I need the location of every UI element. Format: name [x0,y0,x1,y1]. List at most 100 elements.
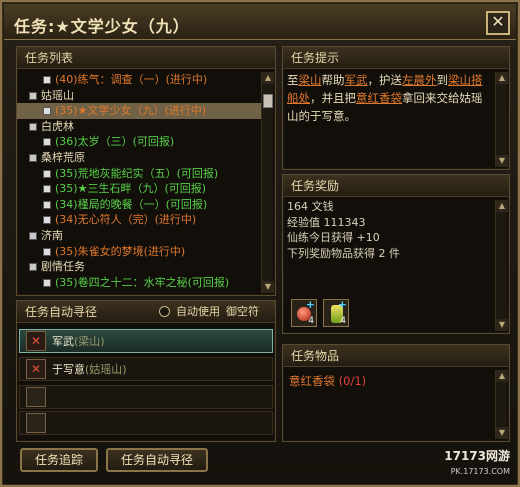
quest-list-item[interactable]: (35)★文学少女（九）(进行中) [17,103,261,119]
close-button[interactable]: ✕ [486,11,510,35]
scroll-down-icon[interactable]: ▼ [496,427,508,439]
rewards-scrollbar[interactable]: ▲ ▼ [495,200,508,331]
quest-list-label: (34)无心符人（完）(进行中) [55,213,197,227]
link-npc[interactable]: 左晨外 [402,73,437,87]
npc-location: (梁山) [74,335,105,348]
collapse-icon[interactable] [29,122,37,131]
watermark-brand: 17173网游 [444,449,510,463]
quest-list-item[interactable]: (34)无心符人（完）(进行中) [17,212,261,228]
quest-list-item[interactable]: (35)荒地灰能纪实（五）(可回报) [17,166,261,182]
quest-bullet-icon [43,169,51,178]
quest-bullet-icon [43,138,51,147]
quest-bullet-icon [43,76,51,84]
collapse-icon[interactable] [29,91,37,100]
scroll-down-icon[interactable]: ▼ [496,319,508,331]
quest-bullet-icon [43,247,51,256]
auto-use-item: 御空符 [226,304,259,318]
quest-list-label: (40)练气：调查（一）(进行中) [55,73,208,86]
empty-slot-icon: · [26,413,46,433]
quest-list-label: 姑瑶山 [41,88,74,102]
quest-list-item[interactable]: (35)朱雀女的梦境(进行中) [17,244,261,260]
watermark-site: PK.17173.COM [450,467,510,476]
scroll-down-icon[interactable]: ▼ [262,281,274,293]
quest-list-header: 任务列表 [17,47,275,69]
quest-item-name: 意红香袋 [289,374,335,388]
window-title: 任务:★文学少女（九） [14,17,190,36]
item-count: 4 [340,316,346,326]
tips-scrollbar[interactable]: ▲ ▼ [495,72,508,167]
scroll-up-icon[interactable]: ▲ [496,72,508,84]
quest-list-item[interactable]: (34)槿局的晚餐（一）(可回报) [17,197,261,213]
red-orb-item-icon[interactable]: +4 [291,298,317,327]
tips-text-part: ，护送 [367,73,403,87]
quest-category[interactable]: 济南 [17,228,261,244]
link-npc[interactable]: 军武 [345,73,368,87]
rewards-text: 164 文钱 经验值 111343 仙练今日获得 +10 下列奖励物品获得 2 … [287,199,493,261]
quest-list-label: (36)太岁（三）(可回报) [55,135,175,149]
auto-path-title: 任务自动寻径 [25,304,98,319]
tips-text: 至梁山帮助军武，护送左晨外到梁山搭船处，并且把意红香袋拿回来交给姑瑶山的于写意。 [287,71,493,165]
quest-bullet-icon [43,216,51,225]
link-item[interactable]: 意红香袋 [356,91,402,105]
npc-row-yuxieyi[interactable]: ✕ 于写意 (姑瑶山) [19,357,273,381]
auto-use-checkbox[interactable] [159,306,170,317]
quest-window: 任务:★文学少女（九） ✕ 任务列表 (40)练气：调查（一）(进行中) 姑瑶山(… [0,0,520,487]
quest-track-button[interactable]: 任务追踪 [20,448,98,472]
quest-list-body: (40)练气：调查（一）(进行中) 姑瑶山 (35)★文学少女（九）(进行中) 白虎林… [17,70,261,295]
quest-category[interactable]: 白虎林 [17,119,261,135]
quest-item-progress: (0/1) [338,374,367,388]
scroll-up-icon[interactable]: ▲ [496,200,508,212]
rewards-header: 任务奖励 [283,175,509,197]
reward-money: 164 文钱 [287,200,334,213]
quest-list-label: (35)★文学少女（九）(进行中) [55,104,207,118]
npc-row-empty: · [19,385,273,409]
tips-text-part: 至 [287,73,299,87]
quest-list-scrollbar[interactable]: ▲ ▼ [261,72,274,293]
quest-list-label: (35)★三生石畔（九）(可回报) [55,182,207,196]
link-location[interactable]: 梁山 [299,73,322,87]
title-bar[interactable]: 任务:★文学少女（九） ✕ [4,4,516,40]
quest-list-label: 桑梓荒原 [41,150,85,164]
quest-list-label: 白虎林 [41,119,74,133]
quest-list-label: (35)朱雀女的梦境(进行中) [55,244,186,258]
quest-category[interactable]: 剧情任务 [17,259,261,275]
quest-items-panel: 任务物品 意红香袋 (0/1) ▲ ▼ [282,344,510,442]
npc-name: 军武 [52,335,74,348]
scroll-down-icon[interactable]: ▼ [496,155,508,167]
npc-location: (姑瑶山) [85,363,127,376]
tips-text-part: ，并且把 [310,91,356,105]
quest-item-entry: 意红香袋 (0/1) [289,373,366,389]
tips-header: 任务提示 [283,47,509,69]
scroll-thumb[interactable] [263,94,273,108]
tips-text-part: 帮助 [321,73,345,87]
quest-bullet-icon [43,278,51,287]
quest-list-label: (35)荒地灰能纪实（五）(可回报) [55,166,219,180]
collapse-icon[interactable] [29,263,37,272]
empty-slot-icon: · [26,387,46,407]
quest-list-item[interactable]: (36)太岁（三）(可回报) [17,134,261,150]
quest-list-item[interactable]: (35)卷四之十二：水牢之秘(可回报) [17,275,261,291]
quest-items-scrollbar[interactable]: ▲ ▼ [495,370,508,439]
potion-item-icon[interactable]: +4 [323,298,349,327]
quest-tips-panel: 任务提示 至梁山帮助军武，护送左晨外到梁山搭船处，并且把意红香袋拿回来交给姑瑶山… [282,46,510,170]
npc-row-junwu[interactable]: ✕ 军武 (梁山) [19,329,273,353]
reward-exp: 经验值 111343 [287,215,366,229]
quest-rewards-panel: 任务奖励 164 文钱 经验值 111343 仙练今日获得 +10 下列奖励物品… [282,174,510,334]
quest-category[interactable]: 桑梓荒原 [17,150,261,166]
auto-path-header: 任务自动寻径 自动使用 御空符 [17,301,275,323]
collapse-icon[interactable] [29,153,37,162]
auto-path-button[interactable]: 任务自动寻径 [106,448,208,472]
scroll-up-icon[interactable]: ▲ [496,370,508,382]
quest-list-item[interactable]: (40)练气：调查（一）(进行中) [17,72,261,88]
quest-list-label: 剧情任务 [41,260,85,274]
collapse-icon[interactable] [29,231,37,240]
reward-cultivation: 仙练今日获得 +10 [287,231,380,244]
auto-use-toggle[interactable]: 自动使用 御空符 [159,301,275,323]
scroll-up-icon[interactable]: ▲ [262,72,274,84]
quest-category[interactable]: 姑瑶山 [17,88,261,104]
npc-row-empty: · [19,411,273,435]
quest-list-item[interactable]: (35)★三生石畔（九）(可回报) [17,181,261,197]
crossed-swords-icon: ✕ [26,359,46,379]
quest-items-header: 任务物品 [283,345,509,367]
crossed-swords-icon: ✕ [26,331,46,351]
